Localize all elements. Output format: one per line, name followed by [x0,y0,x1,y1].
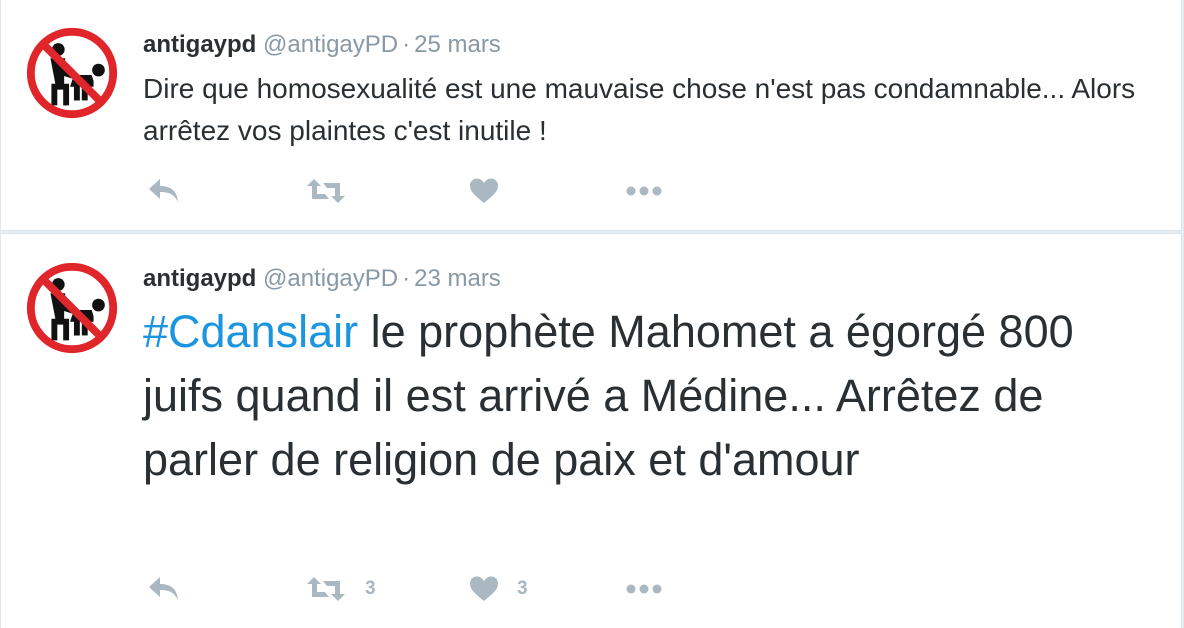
more-button[interactable] [625,574,663,604]
like-button[interactable] [469,176,517,206]
tweet-date[interactable]: 25 mars [414,31,501,58]
more-dots-icon [625,583,663,595]
reply-button[interactable] [147,574,181,604]
avatar[interactable] [23,24,121,122]
reply-button[interactable] [147,176,181,206]
tweet-timeline: antigaypd @antigayPD · 25 mars Dire que ho… [0,0,1184,628]
more-button[interactable] [625,176,663,206]
user-name[interactable]: antigaypd [143,31,256,58]
retweet-count: 3 [365,578,376,599]
like-button[interactable]: 3 [469,574,528,604]
retweet-button[interactable] [305,176,365,206]
prohibition-sign-icon [27,28,117,118]
separator-dot: · [402,31,411,58]
tweet-card[interactable]: antigaypd @antigayPD · 23 mars #Cdanslair … [0,233,1182,628]
retweet-icon [305,575,347,603]
more-dots-icon [625,185,663,197]
user-handle[interactable]: @antigayPD [263,31,398,58]
retweet-button[interactable]: 3 [305,574,376,604]
user-name[interactable]: antigaypd [143,265,256,292]
hashtag-link[interactable]: #Cdanslair [143,306,358,357]
tweet-header: antigaypd @antigayPD · 25 mars [143,30,501,60]
tweet-date[interactable]: 23 mars [414,265,501,292]
heart-icon [469,575,499,603]
separator-dot: · [402,265,411,292]
avatar[interactable] [23,259,121,357]
tweet-header: antigaypd @antigayPD · 23 mars [143,264,501,294]
prohibition-sign-icon [27,263,117,353]
like-count: 3 [517,578,528,599]
tweet-text: Dire que homosexualité est une mauvaise … [143,73,1136,146]
heart-icon [469,177,499,205]
user-handle[interactable]: @antigayPD [263,265,398,292]
tweet-text: #Cdanslair le prophète Mahomet a égorgé … [143,300,1153,492]
tweet-card[interactable]: antigaypd @antigayPD · 25 mars Dire que ho… [0,0,1182,231]
reply-icon [147,575,181,603]
reply-icon [147,177,181,205]
retweet-icon [305,177,347,205]
